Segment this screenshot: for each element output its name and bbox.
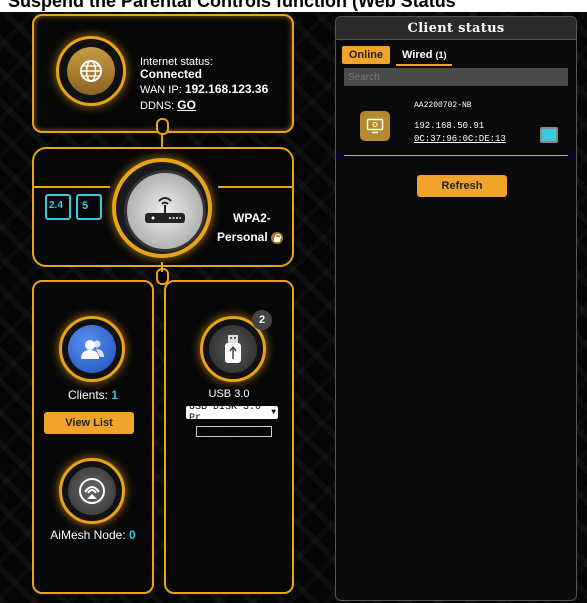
client-device-name: AA2200702-NB [414, 101, 472, 110]
internet-node[interactable] [56, 36, 126, 106]
clients-node[interactable] [59, 316, 125, 382]
usb-usage-bar [196, 426, 272, 437]
connector-top [156, 118, 169, 135]
client-device-icon [360, 111, 390, 141]
tab-wired-label: Wired [402, 49, 433, 61]
header-text: Suspend the Parental Controls function (… [8, 0, 456, 11]
tab-wired-count: (1) [435, 50, 447, 60]
ethernet-icon [540, 127, 558, 143]
monitor-icon [366, 118, 384, 134]
view-list-button[interactable]: View List [44, 412, 134, 434]
client-status-panel: Client status Online Wired (1) AA2200702… [335, 16, 577, 601]
internet-panel[interactable]: Internet status: Connected WAN IP: 192.1… [32, 14, 294, 133]
wan-ip-value: 192.168.123.36 [184, 82, 269, 96]
aimesh-label: AiMesh Node: [50, 528, 126, 542]
internet-status-value: Connected [140, 67, 203, 81]
router-node[interactable] [112, 158, 212, 258]
usb-disk-select[interactable]: USB DISK 3.0 Pr ▼ [186, 402, 278, 424]
usb-disk-value: USB DISK 3.0 Pr [189, 401, 262, 424]
globe-icon [80, 60, 102, 82]
security-line1: WPA2- [233, 211, 271, 225]
wan-ip-label: WAN IP: [140, 84, 182, 96]
router-icon [145, 197, 185, 223]
aimesh-icon [79, 478, 105, 504]
usb-drive-icon [225, 335, 241, 363]
band-24-label: 2.4 [49, 200, 63, 211]
wifi-5ghz-icon[interactable]: 5 [76, 194, 102, 220]
usb-count-badge: 2 [252, 310, 272, 330]
band-5-label: 5 [82, 200, 89, 212]
usb-label: USB 3.0 [208, 388, 250, 400]
chevron-down-icon: ▼ [271, 408, 276, 417]
page-header-fragment: Suspend the Parental Controls function (… [0, 0, 587, 12]
lock-icon [270, 231, 283, 244]
client-device-mac[interactable]: 0C:37:96:0C:DE:13 [414, 134, 506, 144]
refresh-button[interactable]: Refresh [417, 175, 507, 197]
ddns-label: DDNS: [140, 100, 175, 112]
client-row[interactable]: AA2200702-NB 192.168.50.91 0C:37:96:0C:D… [344, 91, 568, 156]
ddns-go-link[interactable]: GO [177, 98, 196, 112]
usb-badge-text: 2 [258, 314, 266, 326]
tab-online-label: Online [348, 49, 384, 61]
client-search-input[interactable] [344, 68, 568, 86]
clients-count: 1 [111, 388, 119, 402]
wifi-24ghz-icon[interactable]: 2.4 [45, 194, 71, 220]
client-device-ip: 192.168.50.91 [414, 121, 485, 131]
clients-label: Clients: [67, 388, 108, 402]
security-line2: Personal [217, 230, 268, 244]
aimesh-count: 0 [129, 528, 136, 542]
client-status-title: Client status [407, 20, 505, 36]
aimesh-node[interactable] [59, 458, 125, 524]
usb-panel[interactable]: 2 USB 3.0 USB DISK 3.0 Pr ▼ [164, 280, 294, 594]
clients-icon [81, 340, 104, 359]
tab-online[interactable]: Online [342, 46, 390, 64]
tab-wired[interactable]: Wired (1) [396, 46, 453, 66]
clients-panel[interactable]: Clients: 1 View List AiMesh Node: 0 [32, 280, 154, 594]
